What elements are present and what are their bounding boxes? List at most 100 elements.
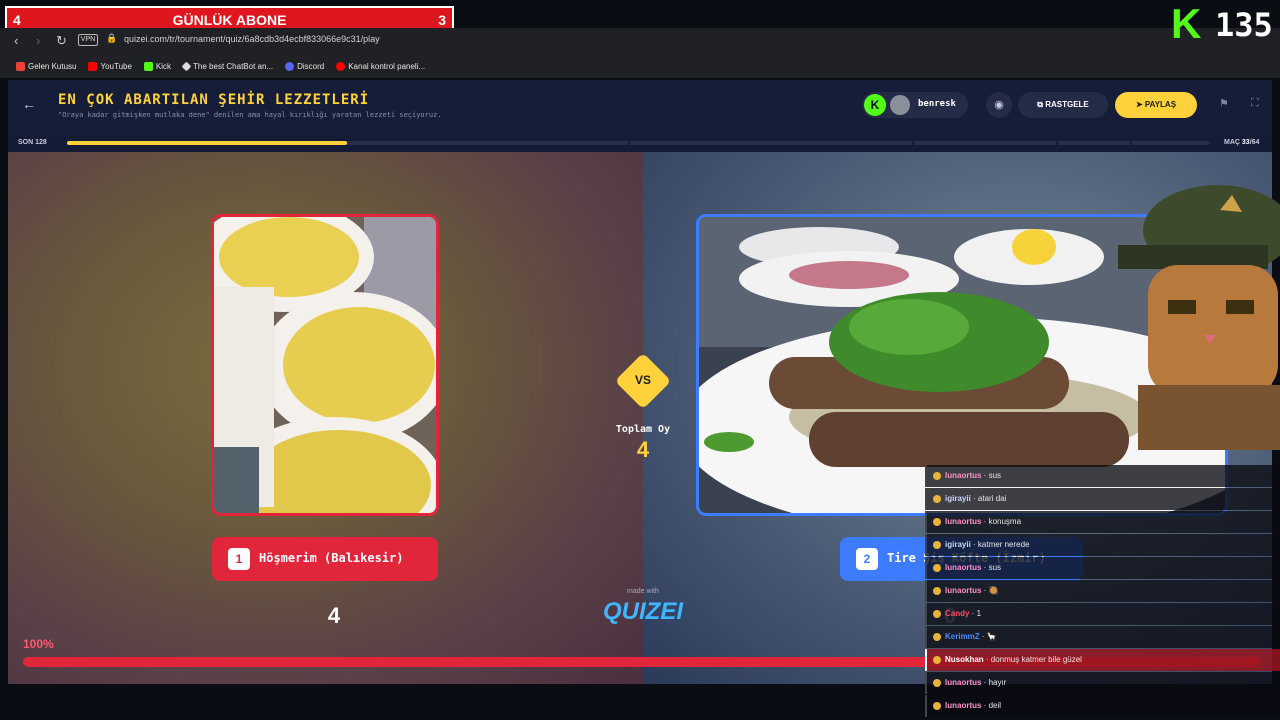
back-arrow-icon[interactable]: ← — [22, 96, 36, 112]
reload-icon[interactable]: ↻ — [56, 33, 67, 49]
dessert-photo — [214, 217, 436, 513]
random-label: RASTGELE — [1045, 100, 1089, 109]
chat-message: Candy · 1 — [925, 603, 1280, 625]
chat-text: · deil — [981, 701, 1002, 710]
fullscreen-icon[interactable]: ⛶ — [1251, 97, 1259, 110]
bookmarks-bar: Gelen Kutusu YouTube Kick The best ChatB… — [16, 58, 425, 74]
chat-text: · sus — [981, 471, 1002, 480]
progress-divider — [912, 141, 914, 145]
chat-text: · 1 — [969, 609, 982, 618]
bookmark-kick[interactable]: Kick — [143, 58, 172, 74]
chat-badge-icon — [933, 540, 941, 549]
forward-nav-icon[interactable]: › — [36, 33, 40, 48]
lock-icon[interactable]: 🔒 — [106, 33, 117, 44]
kick-follower-badge: K 135 — [1171, 0, 1273, 47]
match-counter: MAÇ 33/64 — [1224, 139, 1259, 146]
chat-text: · sus — [981, 563, 1002, 572]
option-1-label: Höşmerim (Balıkesir) — [259, 551, 404, 565]
kick-icon — [143, 61, 153, 71]
chat-badge-icon — [933, 701, 941, 710]
chat-message: Nusokhan · donmuş katmer bile güzel — [925, 649, 1280, 671]
back-nav-icon[interactable]: ‹ — [14, 33, 18, 48]
user-profile-pill[interactable]: K benresk — [862, 92, 968, 118]
eye-icon[interactable]: ◉ — [986, 92, 1012, 118]
chat-username: lunaortus — [945, 517, 982, 526]
chat-text: · konuşma — [981, 517, 1022, 526]
match-current: 33 — [1241, 139, 1250, 146]
chat-text: · atari dai — [970, 494, 1007, 503]
username: benresk — [918, 99, 956, 109]
avatar — [890, 95, 910, 115]
chat-badge-icon — [933, 655, 941, 664]
chat-message: lunaortus · sus — [925, 465, 1280, 487]
option-2-number: 2 — [856, 548, 878, 570]
chat-message: lunaortus · 🥘 — [925, 580, 1280, 602]
vpn-badge[interactable]: VPN — [78, 34, 98, 46]
bookmark-gmail[interactable]: Gelen Kutusu — [16, 58, 76, 74]
made-with-label: made with — [627, 588, 659, 595]
page-subtitle: "Oraya kadar gitmişken mutlaka dene" den… — [58, 111, 442, 119]
option-1-name-button[interactable]: 1 Höşmerim (Balıkesir) — [212, 537, 438, 581]
kick-logo-icon: K — [1171, 0, 1202, 47]
chat-message: igirayii · katmer nerede — [925, 534, 1280, 556]
bookmark-chatbot[interactable]: The best ChatBot an... — [181, 58, 273, 74]
progress-divider — [628, 141, 630, 145]
chat-text: · 🥘 — [981, 586, 999, 595]
kick-icon: K — [864, 94, 886, 116]
progress-divider — [1130, 141, 1132, 145]
chat-username: lunaortus — [945, 701, 982, 710]
chat-username: igirayii — [945, 540, 971, 549]
chat-badge-icon — [933, 563, 941, 572]
left-percent-label: 100% — [23, 637, 54, 651]
quizei-logo: QUIZEI — [602, 598, 683, 625]
sub-count-right: 3 — [438, 12, 446, 28]
bookmark-label: Kick — [155, 61, 172, 71]
bookmark-discord[interactable]: Discord — [285, 58, 324, 74]
stream-chat: lunaortus · sus igirayii · atari dai lunao… — [925, 465, 1280, 720]
progress-fill — [67, 141, 347, 145]
chat-username: lunaortus — [945, 678, 982, 687]
bookmark-label: Gelen Kutusu — [28, 61, 77, 71]
streamer-cat-avatar — [1108, 160, 1280, 450]
progress-divider — [1056, 141, 1058, 145]
chat-message: lunaortus · hayır — [925, 672, 1280, 694]
chat-message: lunaortus · sus — [925, 557, 1280, 579]
chat-badge-icon — [933, 678, 941, 687]
bookmark-youtube[interactable]: YouTube — [88, 58, 132, 74]
chat-username: lunaortus — [945, 563, 982, 572]
chatbot-icon — [181, 61, 192, 71]
send-icon: ➤ — [1135, 100, 1145, 109]
sub-label: GÜNLÜK ABONE — [172, 12, 287, 28]
chat-badge-icon — [933, 609, 941, 618]
address-bar[interactable]: quizei.com/tr/tournament/quiz/6a8cdb3d4e… — [124, 34, 380, 44]
round-label: SON 128 — [18, 139, 47, 146]
cat-soldier-icon — [1118, 185, 1280, 450]
bookmark-label: Discord — [297, 61, 325, 71]
chat-text: · hayır — [981, 678, 1007, 687]
chat-text: · 🦙 — [979, 632, 997, 641]
total-votes-value: 4 — [636, 437, 650, 462]
option-1-votes: 4 — [327, 603, 341, 628]
bookmark-label: Kanal kontrol paneli... — [348, 61, 426, 71]
youtube-icon — [336, 61, 346, 71]
chat-badge-icon — [933, 471, 941, 480]
bookmark-channel-dashboard[interactable]: Kanal kontrol paneli... — [336, 58, 425, 74]
chat-badge-icon — [933, 494, 941, 503]
chat-text: · donmuş katmer bile güzel — [983, 655, 1082, 664]
share-button[interactable]: ➤ PAYLAŞ — [1115, 92, 1197, 118]
flag-icon[interactable]: ⚑ — [1219, 97, 1229, 110]
chat-username: lunaortus — [945, 471, 982, 480]
chat-badge-icon — [933, 586, 941, 595]
chat-text: · katmer nerede — [970, 540, 1030, 549]
share-label: PAYLAŞ — [1144, 100, 1177, 109]
kick-count: 135 — [1215, 6, 1273, 44]
chat-badge-icon — [933, 517, 941, 526]
total-votes-label: Toplam Oy — [615, 424, 671, 435]
option-1-number: 1 — [228, 548, 250, 570]
match-label: MAÇ — [1224, 139, 1240, 146]
chat-username: lunaortus — [945, 586, 982, 595]
option-1-image[interactable] — [211, 214, 439, 516]
link-icon: ⧉ — [1037, 100, 1046, 109]
random-button[interactable]: ⧉ RASTGELE — [1018, 92, 1108, 118]
chat-message: KerimmZ · 🦙 — [925, 626, 1280, 648]
